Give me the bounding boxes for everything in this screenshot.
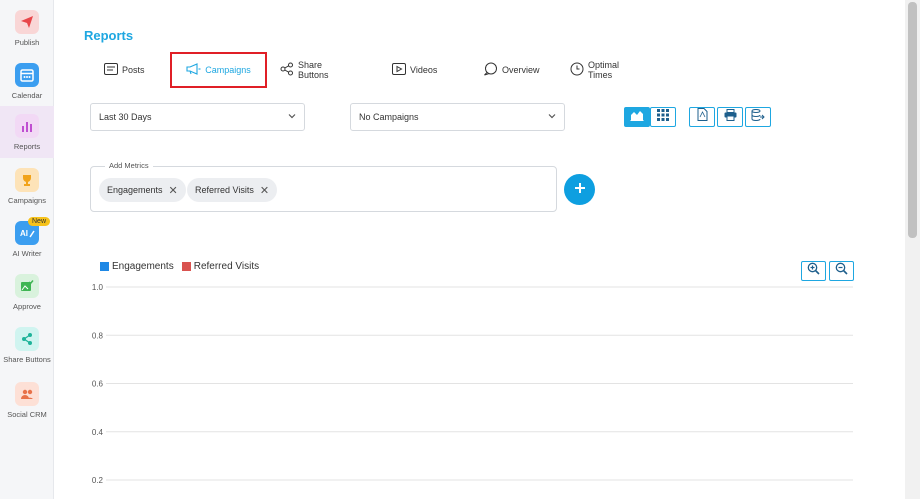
zoom-out-button[interactable] [829,261,854,281]
tab-label: Optimal Times [588,60,620,80]
share-icon [280,62,294,78]
print-button[interactable] [717,107,743,127]
share-icon [15,327,39,351]
send-icon [15,10,39,34]
add-metric-button[interactable] [564,174,595,205]
bar-chart-icon [15,114,39,138]
tab-label: Videos [410,65,438,75]
chip-label: Referred Visits [195,185,254,195]
page-title: Reports [84,28,134,43]
sidebar-item-campaigns[interactable]: Campaigns [0,160,54,212]
sidebar-item-calendar[interactable]: Calendar [0,55,54,107]
sidebar: Publish Calendar Reports Campaigns AI Ne… [0,0,54,499]
scrollbar[interactable] [905,0,920,499]
clock-icon [570,62,584,78]
chip-label: Engagements [107,185,163,195]
sidebar-item-label: Reports [13,142,41,151]
image-check-icon [15,274,39,298]
pdf-icon [697,108,708,126]
plus-icon [574,181,586,199]
sidebar-item-label: Publish [14,38,40,47]
zoom-in-button[interactable] [801,261,826,281]
tab-label: Overview [502,65,540,75]
sidebar-item-publish[interactable]: Publish [0,2,54,54]
tab-campaigns[interactable]: Campaigns [170,52,267,88]
grid-view-button[interactable] [650,107,676,127]
people-icon [15,382,39,406]
tab-label: Share Buttons [298,60,329,80]
chevron-down-icon [548,112,556,122]
printer-icon [724,108,737,126]
tab-optimal-times[interactable]: Optimal Times [570,52,619,88]
sidebar-item-label: Share Buttons [3,355,51,364]
legend-item-engagements[interactable]: Engagements [100,261,174,272]
close-icon[interactable]: ✕ [260,184,269,197]
y-tick-label: 0.2 [92,476,104,485]
export-data-button[interactable] [745,107,771,127]
y-tick-label: 0.4 [92,428,104,437]
megaphone-icon [186,63,201,77]
campaign-value: No Campaigns [359,112,419,122]
chat-bubble-icon [483,62,498,78]
chart-view-button[interactable] [624,107,650,127]
sidebar-item-share-buttons[interactable]: Share Buttons [0,319,54,371]
sidebar-item-label: AI Writer [12,249,42,258]
tab-overview[interactable]: Overview [483,52,540,88]
metrics-label: Add Metrics [105,161,153,170]
tab-posts[interactable]: Posts [104,52,145,88]
date-range-value: Last 30 Days [99,112,152,122]
tab-label: Posts [122,65,145,75]
sidebar-item-ai-writer[interactable]: AI New AI Writer [0,213,54,265]
trophy-icon [15,168,39,192]
tab-videos[interactable]: Videos [392,52,437,88]
new-badge: New [28,217,51,226]
sidebar-item-label: Campaigns [8,196,46,205]
legend-swatch [100,262,109,271]
y-tick-label: 1.0 [92,283,104,292]
sidebar-item-label: Approve [13,302,41,311]
video-icon [392,63,406,77]
grid-icon [657,108,669,126]
y-tick-label: 0.6 [92,380,104,389]
sidebar-item-label: Social CRM [7,410,47,419]
legend-swatch [181,262,191,271]
legend-label: Engagements [112,261,174,272]
legend-item-referred-visits[interactable]: Referred Visits [181,261,260,272]
scrollbar-thumb[interactable] [908,2,917,238]
area-chart-icon [630,108,644,126]
tab-share-buttons[interactable]: Share Buttons [280,52,329,88]
sidebar-item-social-crm[interactable]: Social CRM [0,374,54,426]
calendar-icon [15,63,39,87]
zoom-out-icon [835,262,848,280]
legend-label: Referred Visits [193,261,260,272]
campaign-select[interactable]: No Campaigns [350,103,565,131]
sidebar-item-reports[interactable]: Reports [0,106,54,158]
sidebar-item-label: Calendar [11,91,43,100]
metrics-selector[interactable]: Add Metrics Engagements ✕ Referred Visit… [90,161,557,212]
line-chart: 1.0 0.8 0.6 0.4 0.2 [92,283,853,485]
svg-text:AI: AI [20,229,28,238]
sidebar-item-approve[interactable]: Approve [0,266,54,318]
date-range-select[interactable]: Last 30 Days [90,103,305,131]
close-icon[interactable]: ✕ [169,184,178,197]
chart-legend: Engagements Referred Visits [100,261,259,272]
database-export-icon [751,108,765,126]
chevron-down-icon [288,112,296,122]
metric-chip-engagements: Engagements ✕ [99,178,186,202]
metric-chip-referred-visits: Referred Visits ✕ [187,178,278,202]
y-tick-label: 0.8 [92,331,104,340]
export-pdf-button[interactable] [689,107,715,127]
posts-icon [104,63,118,77]
zoom-in-icon [807,262,820,280]
tab-label: Campaigns [205,65,251,75]
